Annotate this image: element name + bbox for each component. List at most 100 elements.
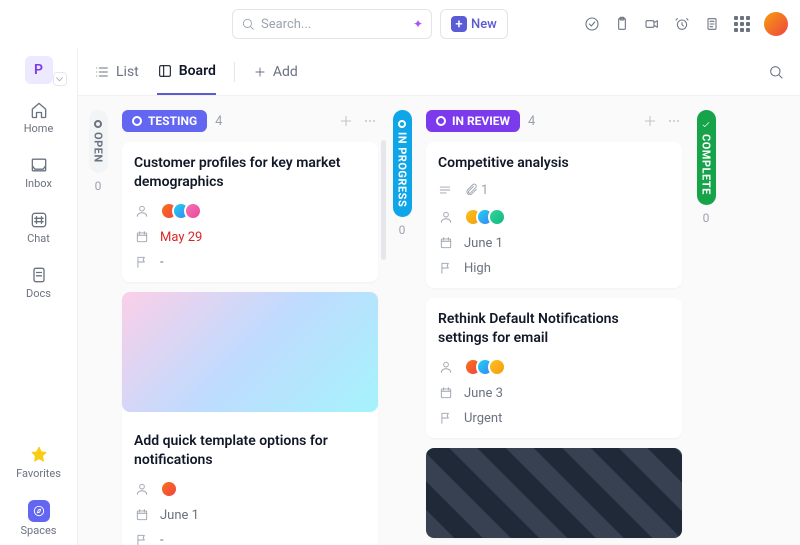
- status-dot-icon: [94, 120, 102, 128]
- status-pill-complete: COMPLETE: [697, 110, 716, 205]
- calendar-icon: [134, 508, 150, 522]
- view-tab-add[interactable]: Add: [253, 48, 298, 95]
- flag-icon: [134, 255, 150, 269]
- scrollbar[interactable]: [381, 140, 386, 260]
- search-icon[interactable]: [768, 64, 784, 80]
- nav-favorites[interactable]: Favorites: [0, 437, 77, 488]
- card-title: Customer profiles for key market demogra…: [134, 154, 366, 192]
- clipboard-icon[interactable]: [614, 16, 630, 32]
- video-icon[interactable]: [644, 16, 660, 32]
- flag-icon: [134, 533, 150, 545]
- flag-icon: [438, 261, 454, 275]
- global-search[interactable]: Search... ✦: [232, 9, 432, 39]
- column-count: 4: [528, 114, 535, 129]
- card-priority: High: [464, 261, 491, 276]
- plus-icon: [253, 65, 267, 79]
- user-avatar[interactable]: [764, 12, 788, 36]
- card[interactable]: Rethink Default Notifications settings f…: [426, 298, 682, 438]
- card-priority: -: [160, 533, 164, 545]
- add-card-icon[interactable]: [338, 113, 354, 129]
- check-icon: [701, 120, 711, 130]
- status-ring-icon: [132, 116, 142, 126]
- column-in-review: IN REVIEW 4 Competitive analysis 1 June …: [426, 110, 682, 531]
- flag-icon: [438, 411, 454, 425]
- hash-icon: [29, 210, 49, 230]
- assignee-avatars: [160, 480, 178, 498]
- check-circle-icon[interactable]: [584, 16, 600, 32]
- card-date: June 3: [464, 386, 503, 401]
- column-count: 0: [95, 179, 102, 193]
- alarm-icon[interactable]: [674, 16, 690, 32]
- assignee-avatars: [160, 202, 202, 220]
- more-icon[interactable]: [666, 113, 682, 129]
- card[interactable]: Customer profiles for key market demogra…: [122, 142, 378, 282]
- assignee-icon: [134, 482, 150, 496]
- nav-spaces[interactable]: Spaces: [0, 492, 77, 545]
- status-pill-testing[interactable]: TESTING: [122, 110, 207, 132]
- card[interactable]: [426, 448, 682, 538]
- attachment-count: 1: [464, 183, 488, 198]
- assignee-icon: [438, 210, 454, 224]
- assignee-icon: [134, 204, 150, 218]
- column-count: 0: [703, 211, 710, 225]
- card-date: June 1: [160, 508, 199, 523]
- column-testing: TESTING 4 Customer profiles for key mark…: [122, 110, 378, 545]
- calendar-icon: [438, 386, 454, 400]
- nav-home[interactable]: Home: [0, 92, 77, 143]
- nav-chat[interactable]: Chat: [0, 202, 77, 253]
- assignee-avatars: [464, 208, 506, 226]
- card-cover-image: [426, 448, 682, 538]
- card-cover-image: [122, 292, 378, 412]
- new-button[interactable]: + New: [440, 9, 508, 39]
- docs-icon: [29, 265, 49, 285]
- more-icon[interactable]: [362, 113, 378, 129]
- search-placeholder: Search...: [261, 17, 311, 32]
- apps-grid-icon[interactable]: [734, 16, 750, 32]
- calendar-icon: [134, 230, 150, 244]
- status-pill-in-progress: IN PROGRESS: [393, 110, 412, 217]
- description-icon: [438, 183, 452, 197]
- list-icon: [94, 64, 110, 80]
- chevron-down-icon[interactable]: ⌵: [53, 72, 67, 86]
- card-priority: -: [160, 255, 164, 270]
- column-count: 4: [215, 114, 222, 129]
- card-date: May 29: [160, 230, 202, 245]
- view-tab-board[interactable]: Board: [157, 48, 216, 95]
- card[interactable]: Competitive analysis 1 June 1 High: [426, 142, 682, 288]
- status-pill-in-review[interactable]: IN REVIEW: [426, 110, 520, 132]
- nav-inbox[interactable]: Inbox: [0, 147, 77, 198]
- status-ring-icon: [436, 116, 446, 126]
- column-in-progress-collapsed[interactable]: IN PROGRESS 0: [392, 110, 412, 531]
- card-title: Competitive analysis: [438, 154, 670, 173]
- card-title: Add quick template options for notificat…: [134, 432, 366, 470]
- compass-icon: [32, 504, 46, 518]
- status-pill-open: OPEN: [89, 110, 108, 173]
- board-icon: [157, 63, 173, 79]
- assignee-icon: [438, 360, 454, 374]
- view-tabs: List Board Add: [78, 48, 800, 96]
- card-priority: Urgent: [464, 411, 502, 426]
- add-card-icon[interactable]: [642, 113, 658, 129]
- card[interactable]: Add quick template options for notificat…: [122, 292, 378, 545]
- plus-icon: +: [451, 16, 467, 32]
- calendar-icon: [438, 236, 454, 250]
- column-count: 0: [399, 223, 406, 237]
- card-title: Rethink Default Notifications settings f…: [438, 310, 670, 348]
- column-open-collapsed[interactable]: OPEN 0: [88, 110, 108, 531]
- search-icon: [241, 17, 255, 31]
- view-tab-list[interactable]: List: [94, 48, 139, 95]
- workspace-badge[interactable]: P ⌵: [25, 56, 53, 84]
- assignee-avatars: [464, 358, 506, 376]
- inbox-icon: [29, 155, 49, 175]
- nav-docs[interactable]: Docs: [0, 257, 77, 308]
- card-date: June 1: [464, 236, 503, 251]
- status-dot-icon: [398, 120, 406, 128]
- note-icon[interactable]: [704, 16, 720, 32]
- board-area: OPEN 0 TESTING 4 Customer profiles for k…: [78, 96, 800, 545]
- paperclip-icon: [464, 183, 478, 197]
- left-sidebar: P ⌵ Home Inbox Chat Docs Favorites Space…: [0, 48, 78, 545]
- new-button-label: New: [471, 17, 497, 32]
- ai-sparkle-icon: ✦: [413, 17, 423, 31]
- column-complete-collapsed[interactable]: COMPLETE 0: [696, 110, 716, 531]
- star-icon: [29, 445, 49, 465]
